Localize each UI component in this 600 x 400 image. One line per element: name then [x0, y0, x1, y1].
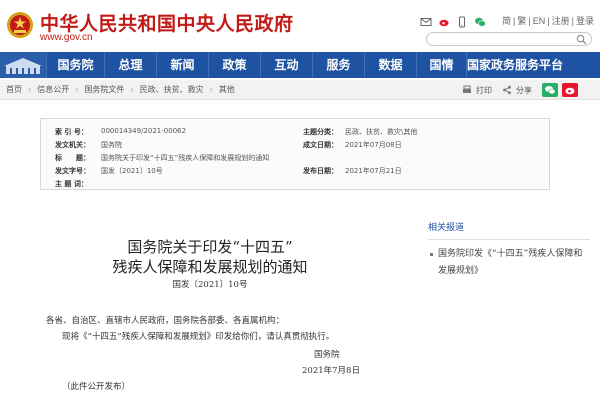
meta-keywords-label: 主 题 词： [55, 180, 88, 188]
nav-item-premier[interactable]: 总理 [104, 52, 156, 78]
breadcrumb-home[interactable]: 首页 [6, 85, 22, 94]
nav-item-news[interactable]: 新闻 [156, 52, 208, 78]
breadcrumb-bar: 首页 › 信息公开 › 国务院文件 › 民政、扶贫、救灾 › 其他 打印 分享 [0, 80, 600, 100]
bullet-icon [430, 253, 433, 256]
wechat-share-icon[interactable] [542, 83, 558, 97]
nav-item-services[interactable]: 服务 [312, 52, 364, 78]
article-signature: 国务院 [314, 350, 340, 360]
article-recipients: 各省、自治区、直辖市人民政府，国务院各部委、各直属机构： [46, 316, 285, 326]
meta-doc-no: 国发〔2021〕10号 [101, 167, 163, 175]
top-links: 简 | 繁 | EN | 注册 | 登录 [502, 16, 594, 26]
article-public-note: （此件公开发布） [62, 382, 131, 392]
search-box [426, 32, 592, 51]
print-icon[interactable] [462, 85, 472, 95]
related-reports-title: 相关报道 [428, 220, 590, 240]
wechat-icon[interactable] [474, 13, 486, 27]
building-logo-icon [0, 52, 46, 78]
mail-icon[interactable] [420, 13, 432, 26]
meta-title-label: 标 题： [55, 154, 90, 162]
breadcrumb-civil-affairs[interactable]: 民政、扶贫、救灾 [140, 85, 204, 94]
register-link[interactable]: 注册 [552, 16, 570, 26]
meta-written-date-label: 成文日期： [303, 141, 338, 149]
nav-item-interaction[interactable]: 互动 [260, 52, 312, 78]
breadcrumb-state-council-docs[interactable]: 国务院文件 [84, 85, 124, 94]
mobile-icon[interactable] [456, 13, 468, 28]
print-label[interactable]: 打印 [476, 85, 492, 96]
nav-item-national-info[interactable]: 国情 [416, 52, 466, 78]
top-icon-bar [420, 13, 486, 28]
weibo-share-icon[interactable] [562, 83, 578, 97]
meta-written-date: 2021年07月08日 [345, 141, 402, 149]
search-input[interactable] [433, 39, 573, 51]
article-title-line2: 残疾人保障和发展规划的通知 [112, 258, 308, 276]
meta-category-label: 主题分类： [303, 128, 338, 136]
nav-item-data[interactable]: 数据 [364, 52, 416, 78]
breadcrumb: 首页 › 信息公开 › 国务院文件 › 民政、扶贫、救灾 › 其他 [6, 85, 235, 94]
lang-traditional-link[interactable]: 繁 [517, 16, 526, 26]
breadcrumb-other[interactable]: 其他 [219, 85, 235, 94]
weibo-icon[interactable] [438, 13, 450, 27]
meta-issuer-label: 发文机关： [55, 141, 90, 149]
meta-title: 国务院关于印发“十四五”残疾人保障和发展规划的通知 [101, 154, 270, 162]
nav-item-gov-service-platform[interactable]: 国家政务服务平台 [466, 52, 563, 78]
site-header: 中华人民共和国中央人民政府 www.gov.cn 简 | 繁 | EN | 注册 | 登录 [0, 0, 600, 52]
nav-item-state-council[interactable]: 国务院 [46, 52, 104, 78]
share-toolbar: 打印 分享 [462, 83, 578, 97]
related-report-item[interactable]: 国务院印发《“十四五”残疾人保障和发展规划》 [428, 246, 590, 280]
share-label[interactable]: 分享 [516, 85, 532, 96]
meta-publish-date: 2021年07月21日 [345, 167, 402, 175]
document-meta-table: 索 引 号： 000014349/2021-00062 主题分类： 民政、扶贫、… [40, 118, 550, 190]
lang-english-link[interactable]: EN [533, 16, 546, 26]
related-report-link[interactable]: 国务院印发《“十四五”残疾人保障和发展规划》 [438, 249, 582, 276]
search-icon[interactable] [576, 34, 587, 45]
login-link[interactable]: 登录 [576, 16, 594, 26]
article-title-line1: 国务院关于印发“十四五” [127, 238, 293, 256]
meta-index-no: 000014349/2021-00062 [101, 127, 187, 135]
article-doc-number: 国发〔2021〕10号 [172, 280, 248, 290]
meta-issuer: 国务院 [101, 141, 122, 149]
article-body-text: 现将《“十四五”残疾人保障和发展规划》印发给你们，请认真贯彻执行。 [62, 332, 335, 342]
article-date: 2021年7月8日 [302, 366, 360, 376]
site-url[interactable]: www.gov.cn [40, 32, 93, 43]
nav-item-policy[interactable]: 政策 [208, 52, 260, 78]
meta-publish-date-label: 发布日期： [303, 167, 338, 175]
related-reports: 相关报道 国务院印发《“十四五”残疾人保障和发展规划》 [428, 220, 590, 280]
breadcrumb-info-disclosure[interactable]: 信息公开 [37, 85, 69, 94]
share-icon[interactable] [502, 85, 512, 95]
article-body: 国务院关于印发“十四五” 残疾人保障和发展规划的通知 国发〔2021〕10号 各… [0, 196, 420, 400]
lang-simplified-link[interactable]: 简 [502, 16, 511, 26]
meta-index-no-label: 索 引 号： [55, 128, 88, 136]
meta-doc-no-label: 发文字号： [55, 167, 90, 175]
national-emblem-icon[interactable] [6, 10, 34, 40]
meta-category: 民政、扶贫、救灾\其他 [345, 128, 418, 136]
main-nav: 国务院 总理 新闻 政策 互动 服务 数据 国情 国家政务服务平台 [0, 52, 600, 78]
